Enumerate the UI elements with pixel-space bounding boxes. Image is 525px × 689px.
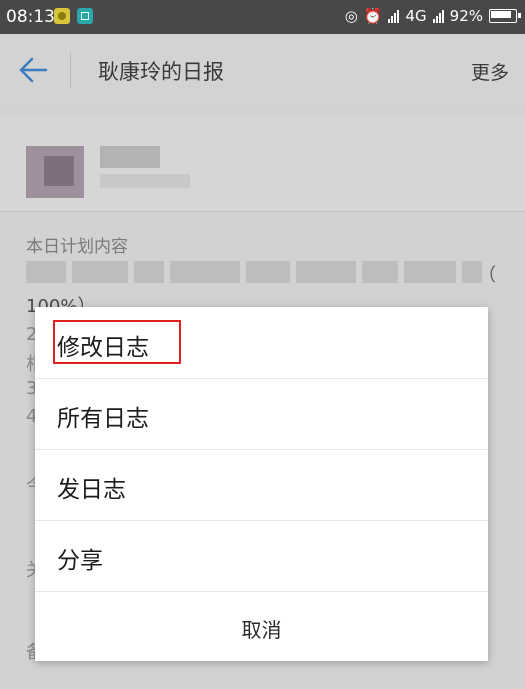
signal-icon-2 xyxy=(432,9,444,23)
back-arrow-icon[interactable] xyxy=(18,56,48,84)
scan-notification-icon xyxy=(77,8,93,24)
menu-item-post-log[interactable]: 发日志 xyxy=(35,449,488,521)
more-button[interactable]: 更多 xyxy=(471,58,509,85)
menu-item-share[interactable]: 分享 xyxy=(35,520,488,592)
plan-paren: （ xyxy=(478,265,496,286)
alarm-icon: ⏰ xyxy=(363,7,383,25)
menu-item-label: 所有日志 xyxy=(57,406,149,432)
status-time: 08:13 xyxy=(6,7,55,27)
user-name-blur xyxy=(100,146,160,168)
network-type: 4G xyxy=(405,7,427,25)
plan-content-blur xyxy=(26,261,482,283)
avatar-shade xyxy=(44,156,74,186)
menu-item-label: 发日志 xyxy=(57,477,126,503)
status-indicators: ◎ ⏰ 4G 92% xyxy=(344,7,521,25)
location-icon: ◎ xyxy=(344,7,358,25)
app-bar-divider xyxy=(70,52,71,88)
user-profile xyxy=(0,116,525,212)
cancel-button[interactable]: 取消 xyxy=(35,591,488,661)
app-bar: 耿康玲的日报 更多 xyxy=(0,34,525,106)
cancel-label: 取消 xyxy=(241,618,282,642)
menu-item-label: 修改日志 xyxy=(57,335,149,361)
battery-percent: 92% xyxy=(449,7,483,25)
signal-icon xyxy=(388,9,400,23)
battery-icon xyxy=(489,9,521,23)
section-plan-label: 本日计划内容 xyxy=(26,237,128,257)
menu-item-edit-log[interactable]: 修改日志 xyxy=(35,307,488,379)
menu-item-label: 分享 xyxy=(57,548,103,574)
app-notification-icon xyxy=(54,8,70,24)
page-title: 耿康玲的日报 xyxy=(98,60,224,84)
user-info-blur xyxy=(100,174,190,188)
menu-item-all-logs[interactable]: 所有日志 xyxy=(35,378,488,450)
status-bar: 08:13 ◎ ⏰ 4G 92% xyxy=(0,0,525,34)
action-dialog: 修改日志 所有日志 发日志 分享 取消 xyxy=(35,307,488,661)
